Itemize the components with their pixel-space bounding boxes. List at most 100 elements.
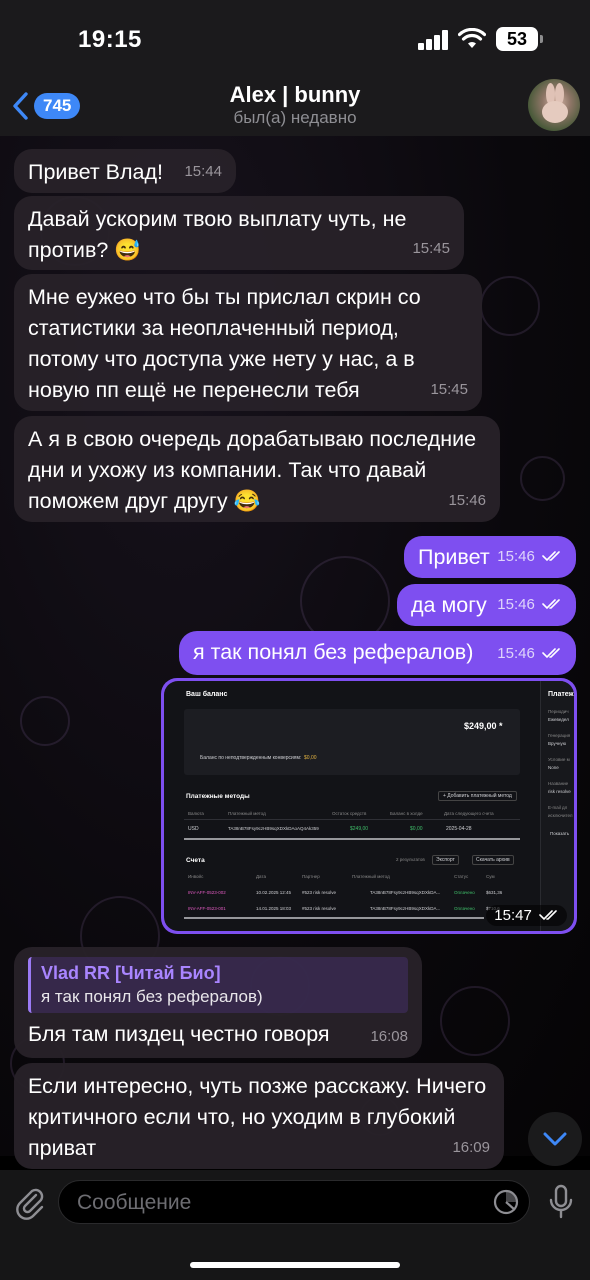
shot-side-item: Генерация bbox=[548, 733, 571, 738]
message-text: А я в свою очередь дорабатываю последние… bbox=[28, 427, 477, 513]
message-text: Мне еужео что бы ты прислал скрин со ста… bbox=[28, 285, 421, 402]
microphone-icon[interactable] bbox=[548, 1184, 574, 1220]
shot-side-item: Ежеведел bbox=[548, 717, 569, 722]
message-outgoing[interactable]: да могу 15:46 bbox=[397, 584, 576, 626]
double-check-icon bbox=[539, 910, 557, 921]
message-time: 15:44 bbox=[184, 163, 222, 180]
shot-methods-cell: TA38nB78Fsy9czHB9sqXDXkDAoAQ4Ak359 bbox=[228, 826, 319, 831]
shot-balance-note-value: $0,00 bbox=[304, 755, 317, 761]
shot-side-item: исключител bbox=[548, 813, 573, 818]
message-incoming[interactable]: Мне еужео что бы ты прислал скрин со ста… bbox=[14, 274, 482, 411]
message-incoming[interactable]: Давай ускорим твою выплату чуть, не прот… bbox=[14, 196, 464, 270]
shot-methods-header: Платежный метод bbox=[228, 811, 266, 816]
shot-side-title: Платеж bbox=[548, 691, 574, 698]
shot-side-item: Условие м bbox=[548, 757, 570, 762]
shot-inv-cell: #523 risk resolve bbox=[302, 890, 337, 895]
shot-inv-cell: #523 risk resolve bbox=[302, 906, 337, 911]
chat-status: был(а) недавно bbox=[233, 108, 357, 127]
message-incoming-reply[interactable]: Vlad RR [Читай Био] я так понял без рефе… bbox=[14, 947, 422, 1058]
shot-side-item: Показать bbox=[550, 831, 570, 836]
chevron-down-icon bbox=[543, 1132, 567, 1146]
message-time: 15:46 bbox=[448, 492, 486, 509]
shot-invoices-count: 2 результатов bbox=[396, 857, 425, 862]
shot-methods-cell: $249,00 bbox=[350, 826, 369, 832]
avatar[interactable] bbox=[528, 79, 580, 131]
message-time-value: 15:46 bbox=[497, 548, 535, 565]
double-check-icon bbox=[542, 599, 560, 610]
message-text: Привет bbox=[418, 545, 490, 569]
paperclip-icon[interactable] bbox=[14, 1186, 46, 1220]
shot-inv-header: Платежный метод bbox=[352, 874, 390, 879]
shot-inv-header: Статус bbox=[454, 874, 469, 879]
reply-quoted-text: я так понял без рефералов) bbox=[41, 987, 263, 1006]
shot-methods-cell: 2025-04-28 bbox=[446, 826, 472, 832]
message-text: Привет Влад! bbox=[28, 160, 164, 184]
shot-download-button: Скачать архив bbox=[472, 855, 514, 865]
sticker-icon[interactable] bbox=[493, 1189, 519, 1215]
battery-icon: 53 bbox=[496, 27, 538, 51]
shot-invoices-title: Счета bbox=[186, 857, 205, 864]
shot-export-button: Экспорт bbox=[432, 855, 459, 865]
shot-scrollbar bbox=[184, 838, 520, 840]
message-input-placeholder: Сообщение bbox=[77, 1191, 192, 1214]
message-time-value: 15:46 bbox=[497, 645, 535, 662]
message-time-value: 15:46 bbox=[497, 596, 535, 613]
shot-add-method: + Добавить платежный метод bbox=[438, 791, 517, 801]
shot-inv-header: Сум bbox=[486, 874, 495, 879]
message-time-value: 15:47 bbox=[494, 907, 532, 924]
home-indicator bbox=[190, 1262, 400, 1268]
double-check-icon bbox=[542, 551, 560, 562]
shot-side-item: risk resolve bbox=[548, 789, 571, 794]
shot-inv-cell: INV-AFF-0523-001 bbox=[188, 906, 226, 911]
reply-author: Vlad RR [Читай Био] bbox=[41, 963, 221, 983]
chat-header: 745 Alex | bunny был(а) недавно bbox=[0, 79, 590, 136]
message-incoming[interactable]: Если интересно, чуть позже расскажу. Нич… bbox=[14, 1063, 504, 1169]
shot-inv-cell: INV-AFF-0523-002 bbox=[188, 890, 226, 895]
message-text: да могу bbox=[411, 593, 487, 617]
shot-side-item: Периодич bbox=[548, 709, 569, 714]
shot-inv-cell: TA38nB78Fsy9czHB9sqXDXkDA... bbox=[370, 906, 441, 911]
message-text: Давай ускорим твою выплату чуть, не прот… bbox=[28, 207, 407, 262]
shot-side-item: Вручную bbox=[548, 741, 567, 746]
shot-methods-title: Платежные методы bbox=[186, 793, 250, 800]
message-incoming[interactable]: Привет Влад! 15:44 bbox=[14, 149, 236, 193]
scroll-down-button[interactable] bbox=[528, 1112, 582, 1166]
shot-inv-cell: 10.02.2025 12:45 bbox=[256, 890, 292, 895]
shot-inv-cell: Оплачено bbox=[454, 890, 475, 895]
message-time: 16:09 bbox=[452, 1139, 490, 1156]
message-incoming[interactable]: А я в свою очередь дорабатываю последние… bbox=[14, 416, 500, 522]
chat-title[interactable]: Alex | bunny bbox=[0, 82, 590, 108]
shot-balance-amount: $249,00 * bbox=[464, 721, 503, 731]
shot-inv-cell: 14.01.2025 18:03 bbox=[256, 906, 292, 911]
shot-inv-cell: TA38nB78Fsy9czHB9sqXDXkDA... bbox=[370, 890, 441, 895]
shot-scrollbar bbox=[184, 917, 484, 919]
message-time: 15:45 bbox=[412, 240, 450, 257]
battery-tip bbox=[540, 35, 543, 43]
shot-balance-title: Ваш баланс bbox=[186, 691, 228, 698]
shot-methods-header: Валюта bbox=[188, 811, 204, 816]
message-text: Бля там пиздец честно говоря bbox=[28, 1022, 330, 1046]
message-outgoing[interactable]: Привет 15:46 bbox=[404, 536, 576, 578]
shot-inv-header: Партнер bbox=[302, 874, 320, 879]
message-image[interactable]: Ваш баланс $249,00 * Баланс по неподтвер… bbox=[161, 678, 577, 934]
wifi-icon bbox=[458, 28, 486, 48]
shot-balance-card bbox=[184, 709, 520, 775]
message-time: 15:47 bbox=[486, 905, 567, 926]
shot-balance-note: Баланс по неподтвержденным конверсиям: bbox=[200, 755, 302, 761]
message-time: 16:08 bbox=[370, 1028, 408, 1045]
status-time: 19:15 bbox=[78, 26, 142, 53]
cellular-signal-icon bbox=[418, 30, 450, 50]
divider bbox=[184, 819, 520, 820]
reply-quote[interactable]: Vlad RR [Читай Био] я так понял без рефе… bbox=[28, 957, 408, 1013]
shot-side-item: None bbox=[548, 765, 559, 770]
shot-methods-header: Дата следующего счета bbox=[444, 811, 494, 816]
message-input[interactable]: Сообщение bbox=[58, 1180, 530, 1224]
message-text: я так понял без рефералов) bbox=[193, 640, 474, 664]
shot-methods-cell: $0,00 bbox=[410, 826, 423, 832]
shot-methods-cell: USD bbox=[188, 826, 199, 832]
message-time: 15:45 bbox=[430, 381, 468, 398]
shot-side-item: Название bbox=[548, 781, 569, 786]
shot-inv-cell: Оплачено bbox=[454, 906, 475, 911]
double-check-icon bbox=[542, 648, 560, 659]
message-outgoing[interactable]: я так понял без рефералов) 15:46 bbox=[179, 631, 576, 675]
